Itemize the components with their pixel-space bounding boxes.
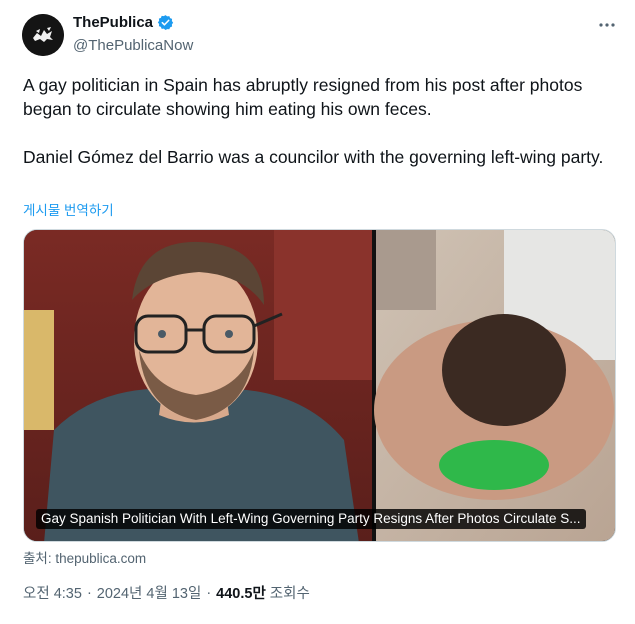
author-avatar[interactable] [22,14,64,56]
publica-logo-icon [22,14,64,56]
author-handle[interactable]: @ThePublicaNow [73,37,193,54]
tweet-time[interactable]: 오전 4:35 [23,582,82,603]
author-display-name[interactable]: ThePublica [73,14,153,31]
media-card[interactable]: Gay Spanish Politician With Left-Wing Go… [23,229,616,542]
translate-post-link[interactable]: 게시물 번역하기 [23,199,114,219]
separator-dot: · [86,584,92,601]
tweet-paragraph: Daniel Gómez del Barrio was a councilor … [23,147,604,167]
tweet-text: A gay politician in Spain has abruptly r… [23,73,618,193]
separator-dot: · [206,584,212,601]
media-caption: Gay Spanish Politician With Left-Wing Go… [36,509,586,529]
more-options-button[interactable] [596,14,618,36]
media-image [24,230,615,541]
views-label: 조회수 [269,586,310,602]
more-horizontal-icon [599,23,615,27]
source-link[interactable]: 출처: thepublica.com [23,547,146,567]
tweet-date[interactable]: 2024년 4월 13일 [97,582,202,603]
tweet-metadata: 오전 4:35 · 2024년 4월 13일 · 440.5만 조회수 [23,582,310,603]
author-name-row: ThePublica [73,14,174,31]
views-count: 440.5만 [216,586,266,602]
tweet-card: ThePublica @ThePublicaNow A gay politici… [0,0,635,624]
verified-badge-icon [157,15,174,30]
tweet-paragraph: A gay politician in Spain has abruptly r… [23,75,583,119]
